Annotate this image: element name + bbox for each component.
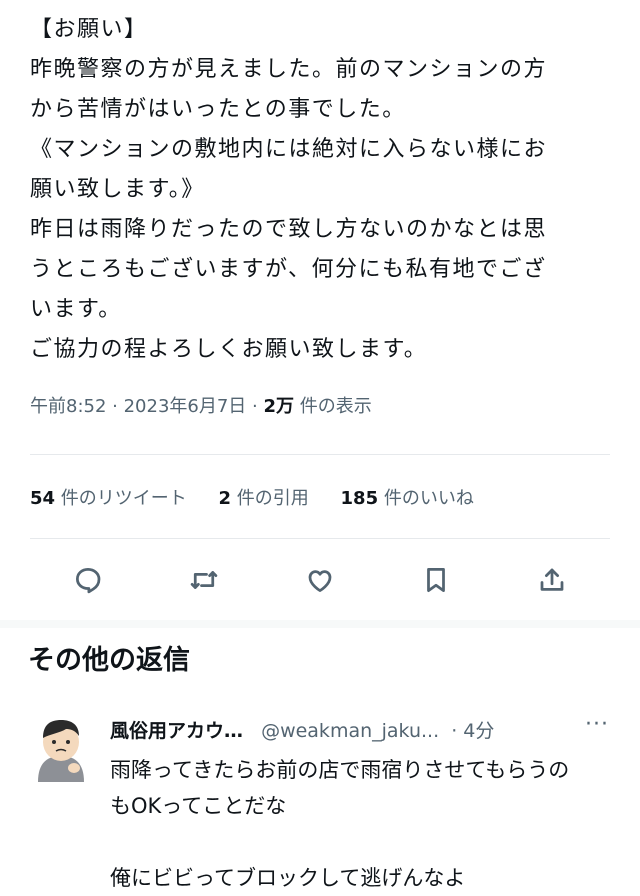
tweet-line: 願い致します。》 bbox=[30, 177, 205, 202]
avatar-illustration bbox=[38, 720, 84, 782]
likes-stat[interactable]: 185 件のいいね bbox=[341, 488, 474, 509]
reply-author-handle[interactable]: @weakman_jaku... bbox=[261, 720, 439, 742]
likes-label: 件のいいね bbox=[383, 488, 474, 509]
reply-text: 雨降ってきたらお前の店で雨宿りさせてもらうの もOKってことだな 俺にビビってブ… bbox=[110, 752, 620, 896]
retweets-label: 件のリツイート bbox=[60, 488, 187, 509]
bookmark-icon bbox=[427, 568, 445, 592]
reply-time: · 4分 bbox=[451, 720, 495, 742]
views-label: 件の表示 bbox=[299, 396, 372, 417]
divider bbox=[30, 454, 610, 455]
retweet-button[interactable] bbox=[182, 558, 226, 602]
divider bbox=[30, 538, 610, 539]
reply-line bbox=[110, 824, 620, 860]
more-options-icon[interactable]: ··· bbox=[585, 712, 609, 737]
share-button[interactable] bbox=[530, 558, 574, 602]
tweet-line: ご協力の程よろしくお願い致します。 bbox=[30, 337, 428, 362]
tweet-line: うところもございますが、何分にも私有地でござ bbox=[30, 257, 547, 282]
likes-count: 185 bbox=[340, 488, 379, 509]
tweet-text: 【お願い】 昨晩警察の方が見えました。前のマンションの方 から苦情がはいったとの… bbox=[30, 10, 620, 370]
share-icon bbox=[540, 568, 564, 591]
tweet-meta: 午前8:52 · 2023年6月7日 · 2万 件の表示 bbox=[30, 392, 372, 418]
reply-icon bbox=[76, 568, 101, 594]
reply-line: もOKってことだな bbox=[110, 794, 287, 818]
like-icon bbox=[308, 570, 332, 592]
quotes-count: 2 bbox=[218, 488, 232, 509]
quotes-label: 件の引用 bbox=[236, 488, 309, 509]
tweet-line: 昨晩警察の方が見えました。前のマンションの方 bbox=[30, 57, 548, 82]
reply-header: 風俗用アカウ… @weakman_jaku... · 4分 bbox=[110, 716, 494, 743]
retweets-stat[interactable]: 54 件のリツイート bbox=[30, 488, 187, 509]
more-replies-heading: その他の返信 bbox=[28, 645, 190, 676]
reply-button[interactable] bbox=[66, 558, 110, 602]
tweet-line: います。 bbox=[30, 297, 122, 322]
views-count: 2万 bbox=[263, 396, 295, 417]
quotes-stat[interactable]: 2 件の引用 bbox=[219, 488, 309, 509]
bookmark-button[interactable] bbox=[414, 558, 458, 602]
tweet-actions bbox=[30, 558, 610, 602]
tweet-timestamp[interactable]: 午前8:52 · 2023年6月7日 · bbox=[30, 396, 258, 417]
reply-author-name[interactable]: 風俗用アカウ… bbox=[110, 720, 243, 742]
reply-line: 雨降ってきたらお前の店で雨宿りさせてもらうの bbox=[110, 758, 570, 782]
reply-line: 俺にビビってブロックして逃げんなよ bbox=[110, 866, 466, 890]
tweet-line: 《マンションの敷地内には絶対に入らない様にお bbox=[30, 137, 548, 162]
section-divider bbox=[0, 620, 640, 628]
tweet-line: 昨日は雨降りだったので致し方ないのかなとは思 bbox=[30, 217, 548, 242]
avatar[interactable] bbox=[30, 712, 92, 782]
like-button[interactable] bbox=[298, 558, 342, 602]
retweet-icon bbox=[190, 571, 218, 589]
retweets-count: 54 bbox=[30, 488, 56, 509]
tweet-stats: 54 件のリツイート 2 件の引用 185 件のいいね bbox=[30, 484, 500, 510]
tweet-line: 【お願い】 bbox=[30, 17, 148, 42]
tweet-line: から苦情がはいったとの事でした。 bbox=[30, 97, 406, 122]
